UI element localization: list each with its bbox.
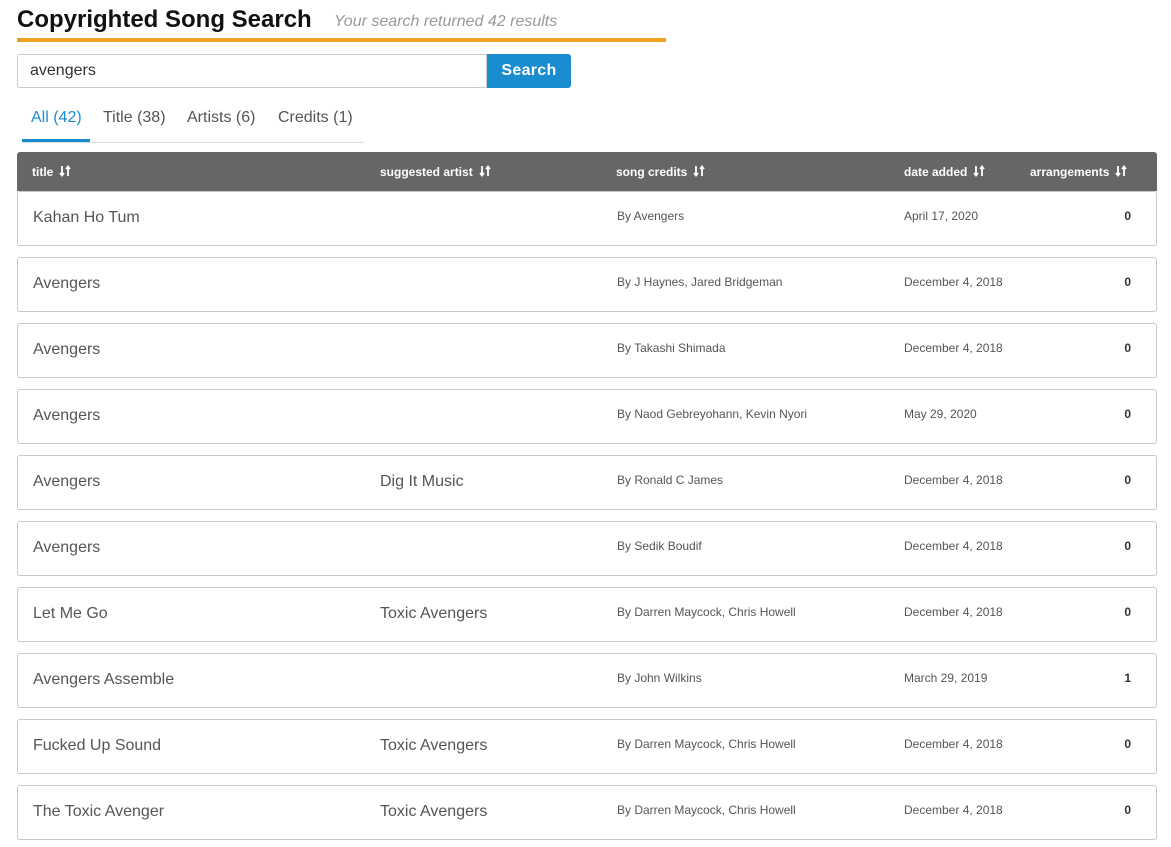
tab-credits[interactable]: Credits (1) bbox=[278, 109, 353, 127]
date-added: December 4, 2018 bbox=[904, 275, 1003, 289]
song-credits: By Darren Maycock, Chris Howell bbox=[617, 605, 796, 619]
song-credits: By Darren Maycock, Chris Howell bbox=[617, 737, 796, 751]
date-added: December 4, 2018 bbox=[904, 473, 1003, 487]
tab-title[interactable]: Title (38) bbox=[103, 109, 166, 127]
column-header-label: song credits bbox=[616, 165, 688, 179]
result-tabs: All (42) Title (38) Artists (6) Credits … bbox=[22, 100, 364, 143]
table-row[interactable]: Avengers By Naod Gebreyohann, Kevin Nyor… bbox=[17, 389, 1157, 444]
song-title: Avengers bbox=[33, 341, 101, 358]
song-title: Avengers bbox=[33, 407, 101, 424]
table-row[interactable]: Kahan Ho Tum By Avengers April 17, 2020 … bbox=[17, 191, 1157, 246]
suggested-artist: Dig It Music bbox=[380, 473, 464, 490]
table-row[interactable]: Avengers Dig It Music By Ronald C James … bbox=[17, 455, 1157, 510]
tab-all[interactable]: All (42) bbox=[31, 109, 82, 127]
song-credits: By Darren Maycock, Chris Howell bbox=[617, 803, 796, 817]
table-row[interactable]: Avengers By Takashi Shimada December 4, … bbox=[17, 323, 1157, 378]
arrangements-count: 1 bbox=[1124, 671, 1131, 685]
song-credits: By Sedik Boudif bbox=[617, 539, 702, 553]
arrangements-count: 0 bbox=[1124, 473, 1131, 487]
column-header-label: title bbox=[32, 165, 54, 179]
date-added: December 4, 2018 bbox=[904, 737, 1003, 751]
date-added: December 4, 2018 bbox=[904, 605, 1003, 619]
song-title: Avengers bbox=[33, 473, 101, 490]
song-title: The Toxic Avenger bbox=[33, 803, 165, 820]
column-header-label: suggested artist bbox=[380, 165, 473, 179]
date-added: December 4, 2018 bbox=[904, 341, 1003, 355]
sort-icon bbox=[59, 165, 72, 178]
column-header-label: date added bbox=[904, 165, 968, 179]
column-header-arrangements[interactable]: arrangements bbox=[1030, 165, 1128, 179]
date-added: April 17, 2020 bbox=[904, 209, 979, 223]
table-row[interactable]: Fucked Up Sound Toxic Avengers By Darren… bbox=[17, 719, 1157, 774]
sort-icon bbox=[973, 165, 986, 178]
song-title: Avengers bbox=[33, 275, 101, 292]
search-input[interactable] bbox=[17, 54, 487, 88]
song-title: Avengers bbox=[33, 539, 101, 556]
song-credits: By John Wilkins bbox=[617, 671, 702, 685]
search-button[interactable]: Search bbox=[487, 54, 571, 88]
sort-icon bbox=[1115, 165, 1128, 178]
date-added: May 29, 2020 bbox=[904, 407, 977, 421]
song-credits: By J Haynes, Jared Bridgeman bbox=[617, 275, 783, 289]
arrangements-count: 0 bbox=[1124, 605, 1131, 619]
page-header: Copyrighted Song Search Your search retu… bbox=[17, 0, 666, 42]
arrangements-count: 0 bbox=[1124, 737, 1131, 751]
date-added: December 4, 2018 bbox=[904, 803, 1003, 817]
column-header-date-added[interactable]: date added bbox=[904, 165, 986, 179]
song-credits: By Naod Gebreyohann, Kevin Nyori bbox=[617, 407, 808, 421]
results-count-text: Your search returned 42 results bbox=[334, 13, 558, 30]
column-header-title[interactable]: title bbox=[32, 165, 72, 179]
suggested-artist: Toxic Avengers bbox=[380, 605, 488, 622]
date-added: March 29, 2019 bbox=[904, 671, 988, 685]
arrangements-count: 0 bbox=[1124, 275, 1131, 289]
sort-icon bbox=[693, 165, 706, 178]
arrangements-count: 0 bbox=[1124, 341, 1131, 355]
column-header-suggested-artist[interactable]: suggested artist bbox=[380, 165, 491, 179]
song-title: Avengers Assemble bbox=[33, 671, 175, 688]
song-title: Let Me Go bbox=[33, 605, 108, 622]
arrangements-count: 0 bbox=[1124, 407, 1131, 421]
song-title: Fucked Up Sound bbox=[33, 737, 162, 754]
sort-icon bbox=[479, 165, 491, 178]
arrangements-count: 0 bbox=[1124, 539, 1131, 553]
column-header-song-credits[interactable]: song credits bbox=[616, 165, 706, 179]
table-row[interactable]: Let Me Go Toxic Avengers By Darren Mayco… bbox=[17, 587, 1157, 642]
active-tab-indicator bbox=[22, 139, 90, 142]
table-row[interactable]: The Toxic Avenger Toxic Avengers By Darr… bbox=[17, 785, 1157, 840]
song-credits: By Avengers bbox=[617, 209, 685, 223]
column-header-label: arrangements bbox=[1030, 165, 1110, 179]
song-credits: By Takashi Shimada bbox=[617, 341, 726, 355]
song-title: Kahan Ho Tum bbox=[33, 209, 140, 226]
suggested-artist: Toxic Avengers bbox=[380, 737, 488, 754]
table-row[interactable]: Avengers By J Haynes, Jared Bridgeman De… bbox=[17, 257, 1157, 312]
date-added: December 4, 2018 bbox=[904, 539, 1003, 553]
tab-artists[interactable]: Artists (6) bbox=[187, 109, 255, 127]
table-row[interactable]: Avengers By Sedik Boudif December 4, 201… bbox=[17, 521, 1157, 576]
suggested-artist: Toxic Avengers bbox=[380, 803, 488, 820]
song-credits: By Ronald C James bbox=[617, 473, 724, 487]
table-header: title suggested artist song credits date… bbox=[17, 152, 1157, 191]
page-title: Copyrighted Song Search bbox=[17, 6, 312, 33]
table-row[interactable]: Avengers Assemble By John Wilkins March … bbox=[17, 653, 1157, 708]
arrangements-count: 0 bbox=[1124, 803, 1131, 817]
arrangements-count: 0 bbox=[1124, 209, 1131, 223]
